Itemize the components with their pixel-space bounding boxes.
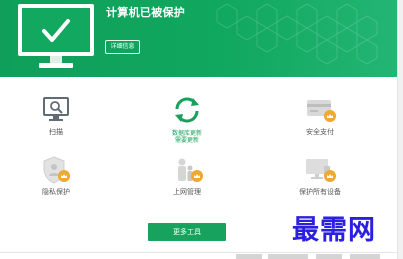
footer-link-placeholder	[316, 254, 342, 259]
vertical-scrollbar[interactable]	[397, 0, 403, 259]
update-status-label: 需要更新	[174, 137, 199, 144]
protection-status-header: 计算机已被保护 详细信息	[0, 0, 397, 77]
details-button[interactable]: 详细信息	[105, 40, 140, 54]
footer-link-placeholder	[268, 254, 308, 259]
feature-label: 数据库更新	[171, 130, 202, 137]
protection-status-title: 计算机已被保护	[106, 6, 186, 19]
footer-link-placeholder	[236, 254, 262, 259]
more-tools-button[interactable]: 更多工具	[148, 223, 226, 241]
feature-internet-management[interactable]: 上网管理	[137, 154, 237, 224]
feature-label: 隐私保护	[42, 188, 70, 196]
feature-label: 扫描	[49, 128, 63, 136]
protected-monitor-icon	[18, 4, 94, 68]
devices-icon	[306, 159, 336, 182]
feature-privacy-protection[interactable]: 隐私保护	[6, 154, 106, 224]
shield-user-icon	[43, 156, 70, 184]
footer-link-placeholder	[350, 254, 380, 259]
feature-label: 保护所有设备	[299, 188, 341, 196]
credit-card-icon	[307, 100, 336, 122]
feature-label: 安全支付	[306, 128, 334, 136]
hex-pattern-decoration	[216, 3, 378, 65]
watermark-logo: 最需网	[292, 215, 376, 246]
scan-monitor-icon	[43, 97, 69, 121]
family-icon	[178, 158, 203, 182]
refresh-icon	[175, 97, 199, 123]
footer-divider	[0, 252, 397, 253]
feature-label: 上网管理	[173, 188, 201, 196]
